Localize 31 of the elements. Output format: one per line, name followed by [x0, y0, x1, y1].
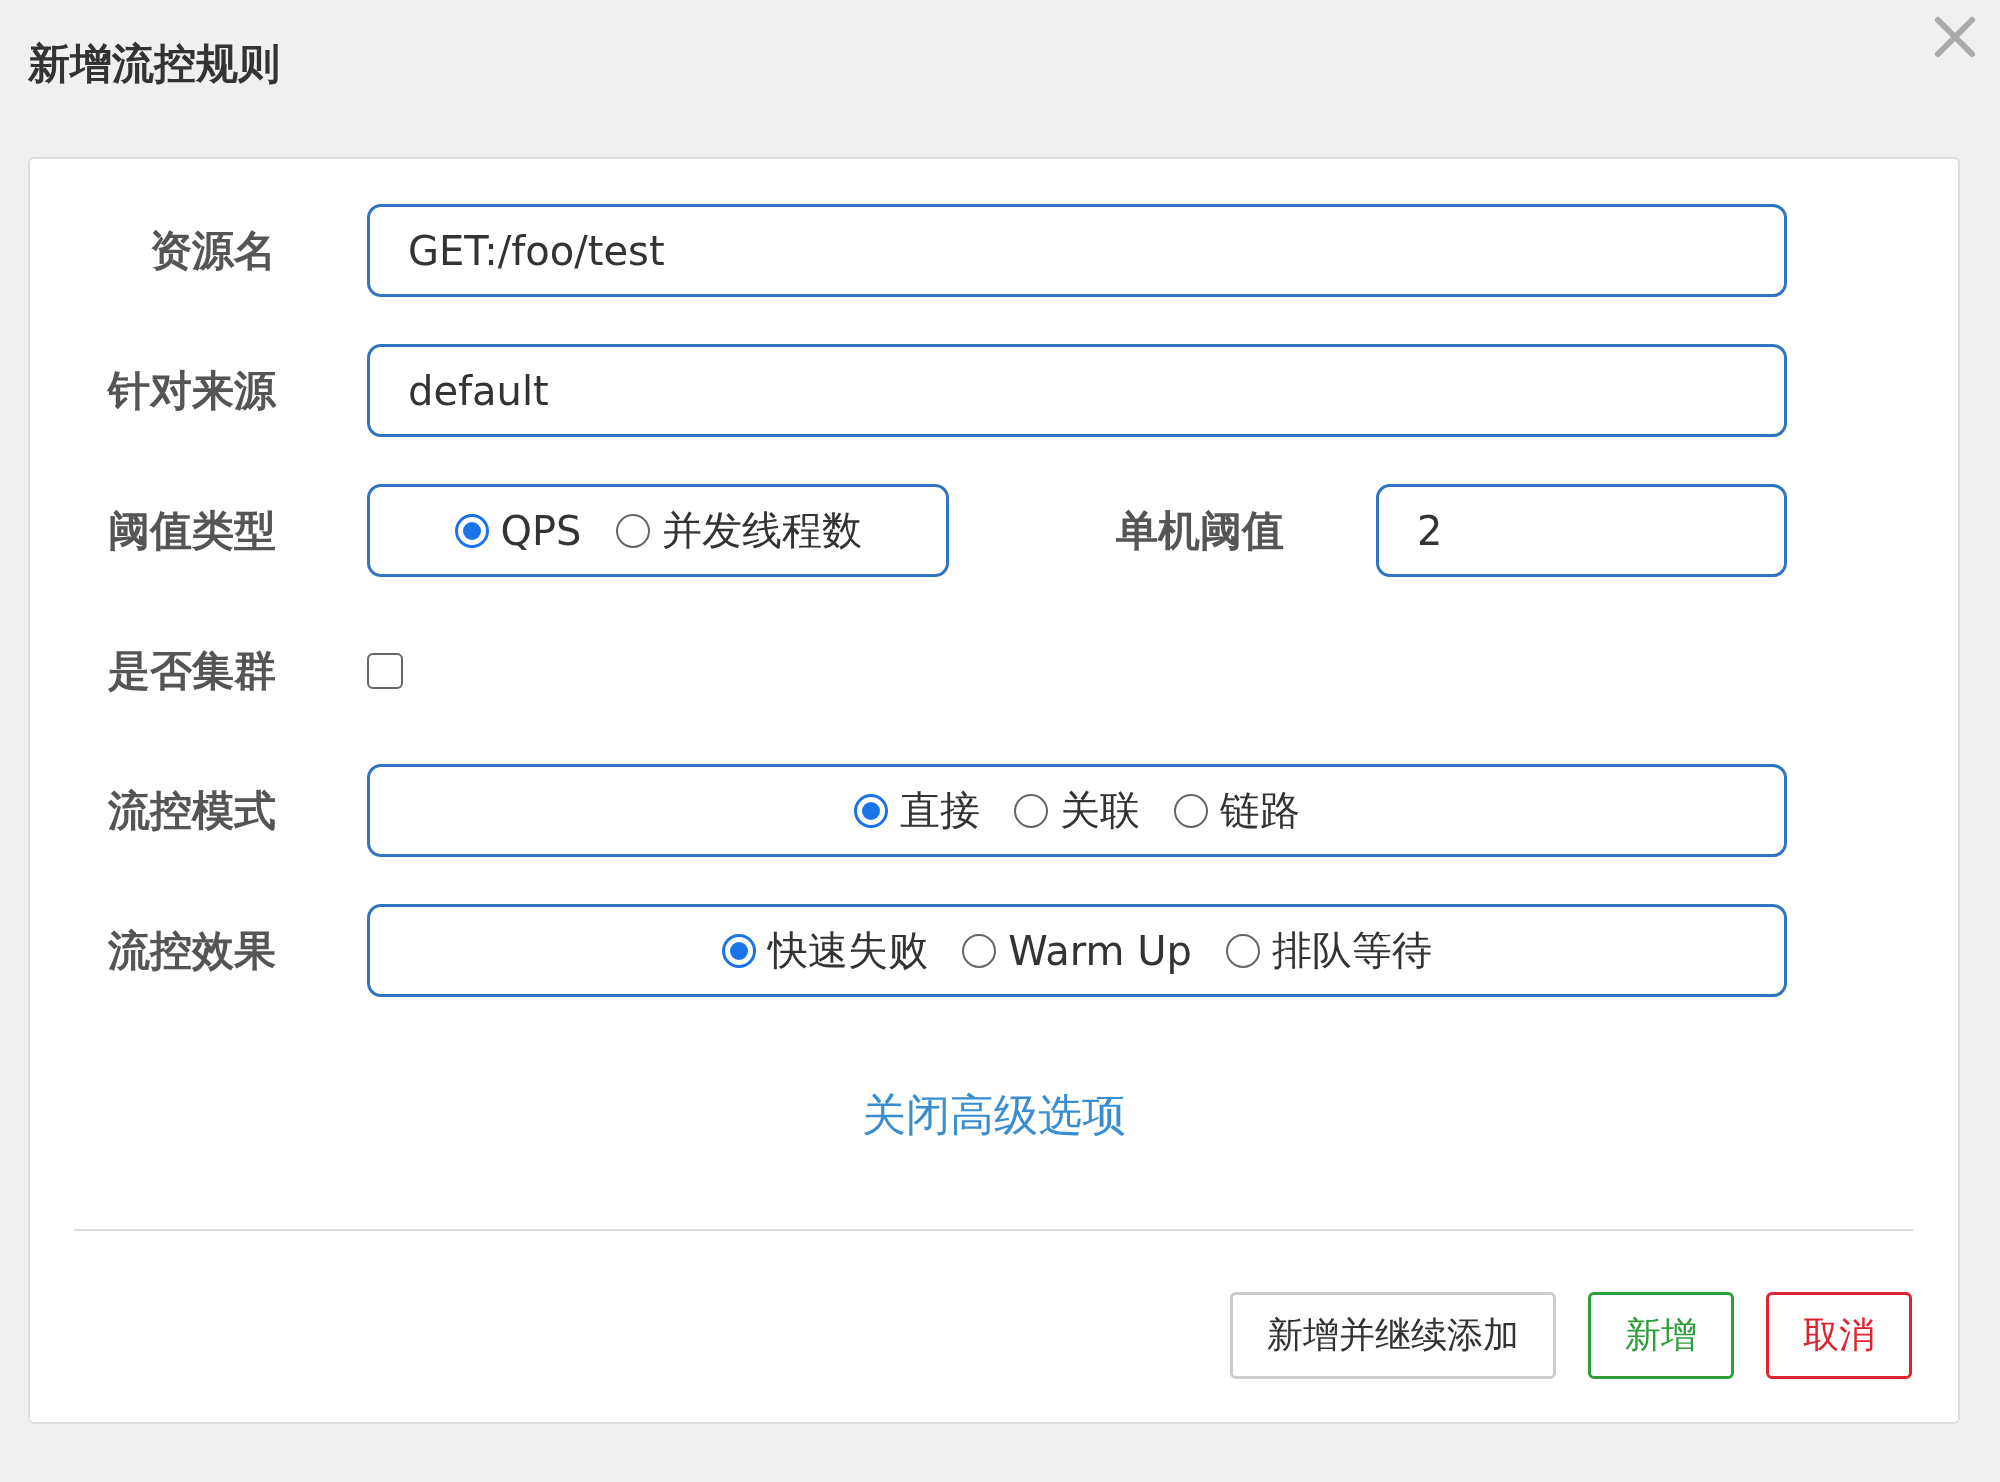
radio-option[interactable]: 排队等待	[1225, 923, 1432, 978]
radio-option[interactable]: 快速失败	[722, 923, 929, 978]
radio-option[interactable]: Warm Up	[962, 927, 1192, 974]
radio-button[interactable]	[854, 793, 888, 828]
field-label: 资源名	[149, 224, 276, 277]
radio-button[interactable]	[615, 513, 650, 548]
field-label: 流控效果	[107, 924, 276, 977]
radio-option[interactable]: 直接	[854, 783, 980, 838]
text-input[interactable]: default	[367, 344, 1787, 437]
field-label: 单机阈值	[1115, 504, 1284, 557]
radio-button[interactable]	[1174, 793, 1208, 828]
radio-option[interactable]: QPS	[454, 507, 582, 554]
radio-button[interactable]	[962, 933, 997, 968]
radio-button[interactable]	[454, 513, 489, 548]
field-label: 流控模式	[107, 784, 276, 837]
checkbox[interactable]	[367, 652, 403, 689]
radio-button[interactable]	[1225, 933, 1260, 968]
text-input[interactable]: 2	[1376, 484, 1787, 577]
action-button[interactable]: 取消	[1766, 1292, 1912, 1379]
dialog-title: 新增流控规则	[28, 38, 280, 90]
radio-button[interactable]	[1014, 793, 1048, 828]
toggle-advanced-link[interactable]: 关闭高级选项	[862, 1086, 1126, 1145]
field-label: 阈值类型	[107, 504, 276, 557]
field-label: 针对来源	[106, 364, 276, 417]
field-label: 是否集群	[107, 644, 276, 697]
radio-option[interactable]: 关联	[1014, 783, 1140, 838]
radio-option[interactable]: 并发线程数	[615, 503, 862, 558]
radio-button[interactable]	[722, 933, 757, 968]
radio-option[interactable]: 链路	[1174, 783, 1300, 838]
action-button[interactable]: 新增并继续添加	[1230, 1292, 1556, 1379]
text-input[interactable]: GET:/foo/test	[367, 204, 1787, 297]
